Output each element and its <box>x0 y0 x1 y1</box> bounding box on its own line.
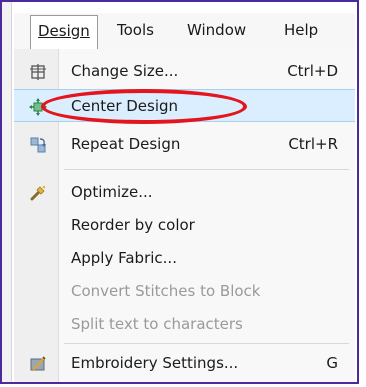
menu-item-label: Optimize... <box>71 183 153 201</box>
menu-item-shortcut: G <box>326 354 338 372</box>
screenshot-frame: Design Tools Window Help Change Size... … <box>0 0 359 384</box>
menu-item-convert-stitches-to-block: Convert Stitches to Block <box>14 275 355 308</box>
menu-item-label: Repeat Design <box>71 135 181 153</box>
menu-item-label: Change Size... <box>71 62 179 80</box>
menu-design-label: Design <box>38 22 90 40</box>
menu-item-label: Split text to characters <box>71 315 243 333</box>
menu-item-label: Convert Stitches to Block <box>71 282 261 300</box>
menu-item-embroidery-settings[interactable]: Embroidery Settings... G <box>14 347 355 380</box>
menu-item-label: Embroidery Settings... <box>71 354 239 372</box>
menu-separator <box>64 169 349 170</box>
menu-help-label: Help <box>284 21 319 39</box>
embroidery-settings-icon <box>30 356 46 371</box>
menu-item-split-text-to-characters: Split text to characters <box>14 308 355 341</box>
menu-design[interactable]: Design <box>30 15 98 50</box>
menu-item-reorder-by-color[interactable]: Reorder by color <box>14 209 355 242</box>
menu-help[interactable]: Help <box>277 15 325 46</box>
menu-item-apply-fabric[interactable]: Apply Fabric... <box>14 242 355 275</box>
menu-item-change-size[interactable]: Change Size... Ctrl+D <box>14 55 355 88</box>
menu-tools-label: Tools <box>117 21 154 39</box>
menu-item-optimize[interactable]: Optimize... <box>14 176 355 209</box>
menu-item-shortcut: Ctrl+R <box>288 135 338 153</box>
menu-tools[interactable]: Tools <box>110 15 161 46</box>
highlight-annotation-ellipse <box>41 89 247 124</box>
menu-separator <box>64 343 349 344</box>
menu-window[interactable]: Window <box>180 15 253 46</box>
menu-item-label: Reorder by color <box>71 216 195 234</box>
menu-item-label: Apply Fabric... <box>71 249 177 267</box>
optimize-icon <box>30 185 46 201</box>
menu-window-label: Window <box>187 21 247 39</box>
menu-bar: Design Tools Window Help <box>14 13 355 50</box>
repeat-design-icon <box>30 137 46 153</box>
menu-item-repeat-design[interactable]: Repeat Design Ctrl+R <box>14 128 355 161</box>
menu-item-shortcut: Ctrl+D <box>287 62 338 80</box>
window-edge <box>2 2 12 382</box>
change-size-icon <box>30 64 46 80</box>
